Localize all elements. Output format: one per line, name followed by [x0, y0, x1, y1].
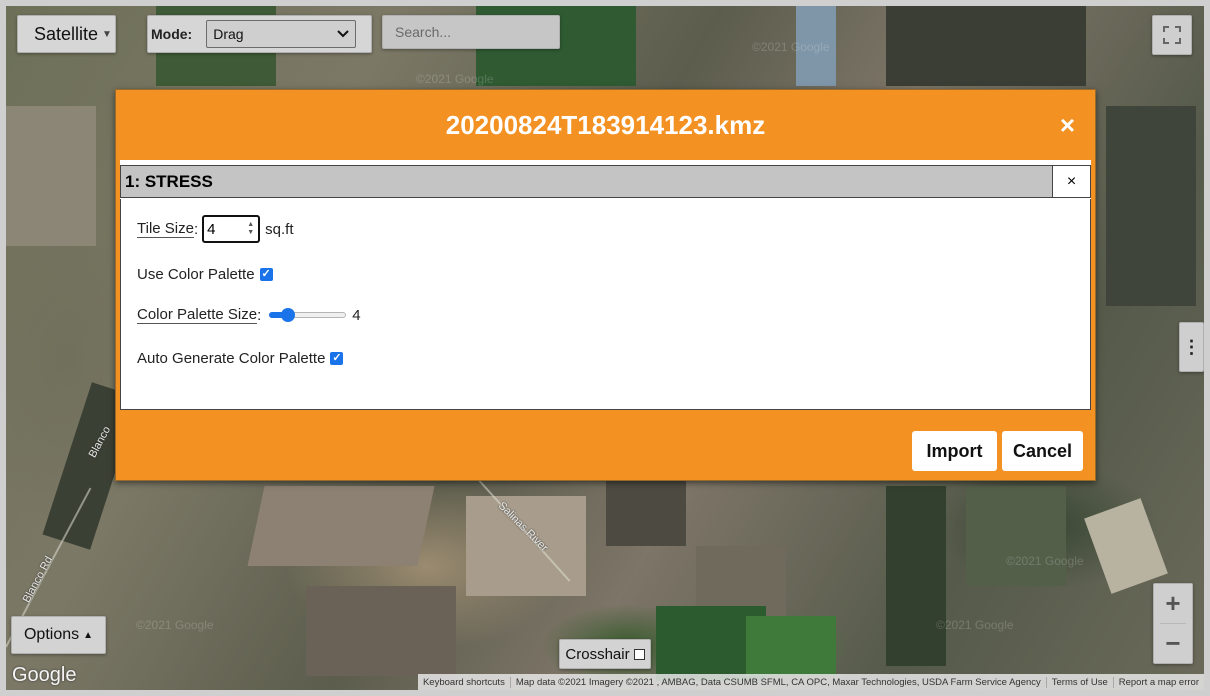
- app-frame: Salinas River Blanco Rd Blanco ©2021 Goo…: [0, 0, 1210, 696]
- map-field: [306, 586, 456, 676]
- palette-size-row: Color Palette Size: 4: [137, 306, 361, 324]
- options-button[interactable]: Options ▲: [11, 616, 106, 654]
- caret-up-icon: ▲: [83, 629, 94, 641]
- keyboard-shortcuts-link[interactable]: Keyboard shortcuts: [418, 676, 511, 688]
- side-panel-handle[interactable]: ⋮: [1179, 322, 1204, 372]
- map-field: [886, 6, 1086, 86]
- close-icon: ×: [1066, 172, 1077, 190]
- map-type-label: Satellite: [34, 23, 99, 44]
- layer-name: 1: STRESS: [125, 171, 213, 191]
- map-canvas[interactable]: Salinas River Blanco Rd Blanco ©2021 Goo…: [6, 6, 1204, 690]
- zoom-control: + −: [1153, 583, 1193, 664]
- crosshair-label: Crosshair: [565, 645, 630, 663]
- import-dialog: 20200824T183914123.kmz × 1: STRESS × Til…: [115, 89, 1096, 481]
- tile-size-unit: sq.ft: [265, 220, 294, 238]
- mode-control: Mode: Drag: [147, 15, 372, 53]
- zoom-out-button[interactable]: −: [1154, 624, 1192, 663]
- more-vertical-icon: ⋮: [1182, 336, 1201, 357]
- map-watermark: ©2021 Google: [1006, 554, 1084, 568]
- map-field: [6, 106, 96, 246]
- map-field: [606, 476, 686, 546]
- tile-size-value: 4: [207, 220, 216, 238]
- map-watermark: ©2021 Google: [752, 40, 830, 54]
- map-field: [1084, 498, 1168, 594]
- palette-size-slider[interactable]: [269, 307, 347, 323]
- crosshair-checkbox[interactable]: [633, 648, 645, 660]
- search-placeholder: Search...: [395, 24, 452, 40]
- use-palette-checkbox[interactable]: ✓: [259, 268, 273, 281]
- mode-select[interactable]: Drag: [206, 20, 357, 48]
- map-type-button[interactable]: Satellite ▼: [17, 15, 116, 53]
- fullscreen-icon: [1163, 26, 1181, 44]
- search-input[interactable]: Search...: [382, 15, 560, 49]
- tile-size-row: Tile Size: 4 ▲ ▼ sq.ft: [137, 215, 294, 243]
- map-field: [1106, 106, 1196, 306]
- tile-size-label: Tile Size: [137, 220, 194, 238]
- options-label: Options: [23, 626, 80, 643]
- auto-palette-checkbox[interactable]: ✓: [330, 352, 344, 365]
- import-button[interactable]: Import: [912, 431, 997, 471]
- slider-thumb[interactable]: [281, 308, 296, 322]
- report-map-error-link[interactable]: Report a map error: [1114, 677, 1204, 688]
- map-field: [966, 486, 1066, 586]
- auto-palette-row: Auto Generate Color Palette ✓: [137, 350, 344, 367]
- map-watermark: ©2021 Google: [136, 618, 214, 632]
- layer-settings-panel: Tile Size: 4 ▲ ▼ sq.ft Use Color Palette …: [120, 199, 1091, 410]
- fullscreen-button[interactable]: [1152, 15, 1192, 55]
- terms-of-use-link[interactable]: Terms of Use: [1047, 676, 1114, 688]
- layer-header[interactable]: 1: STRESS: [120, 165, 1053, 198]
- dialog-title: 20200824T183914123.kmz: [445, 109, 766, 140]
- label-colon: :: [257, 306, 262, 324]
- google-logo: Google: [12, 664, 77, 686]
- map-label-road: Blanco Rd: [20, 554, 56, 605]
- map-watermark: ©2021 Google: [416, 72, 494, 86]
- palette-size-value: 4: [352, 306, 361, 324]
- dialog-body: 1: STRESS × Tile Size: 4 ▲ ▼ sq.ft Use C…: [120, 160, 1091, 410]
- map-data-text: Map data ©2021 Imagery ©2021 , AMBAG, Da…: [511, 676, 1047, 688]
- map-field: [886, 486, 946, 666]
- use-palette-label: Use Color Palette: [137, 266, 255, 283]
- dialog-footer: Import Cancel: [116, 410, 1095, 481]
- spinner-icon[interactable]: ▲ ▼: [247, 221, 254, 237]
- map-attribution: Keyboard shortcuts Map data ©2021 Imager…: [417, 674, 1204, 690]
- close-icon[interactable]: ×: [1060, 111, 1075, 139]
- mode-select-value: Drag: [213, 26, 244, 42]
- minus-icon: −: [1165, 628, 1181, 658]
- use-palette-row: Use Color Palette ✓: [137, 266, 273, 283]
- auto-palette-label: Auto Generate Color Palette: [137, 350, 326, 367]
- zoom-in-button[interactable]: +: [1154, 584, 1192, 623]
- chevron-down-icon: [337, 30, 349, 38]
- map-field: [746, 616, 836, 676]
- crosshair-toggle[interactable]: Crosshair: [559, 639, 651, 669]
- palette-size-label: Color Palette Size: [137, 306, 258, 324]
- tile-size-input[interactable]: 4 ▲ ▼: [202, 215, 261, 243]
- map-watermark: ©2021 Google: [936, 618, 1014, 632]
- caret-down-icon: ▼: [102, 28, 112, 40]
- cancel-button[interactable]: Cancel: [1002, 431, 1083, 471]
- layer-remove-button[interactable]: ×: [1052, 165, 1091, 198]
- map-field: [247, 486, 435, 566]
- mode-label: Mode:: [151, 26, 193, 42]
- label-colon: :: [193, 220, 199, 238]
- plus-icon: +: [1165, 588, 1181, 618]
